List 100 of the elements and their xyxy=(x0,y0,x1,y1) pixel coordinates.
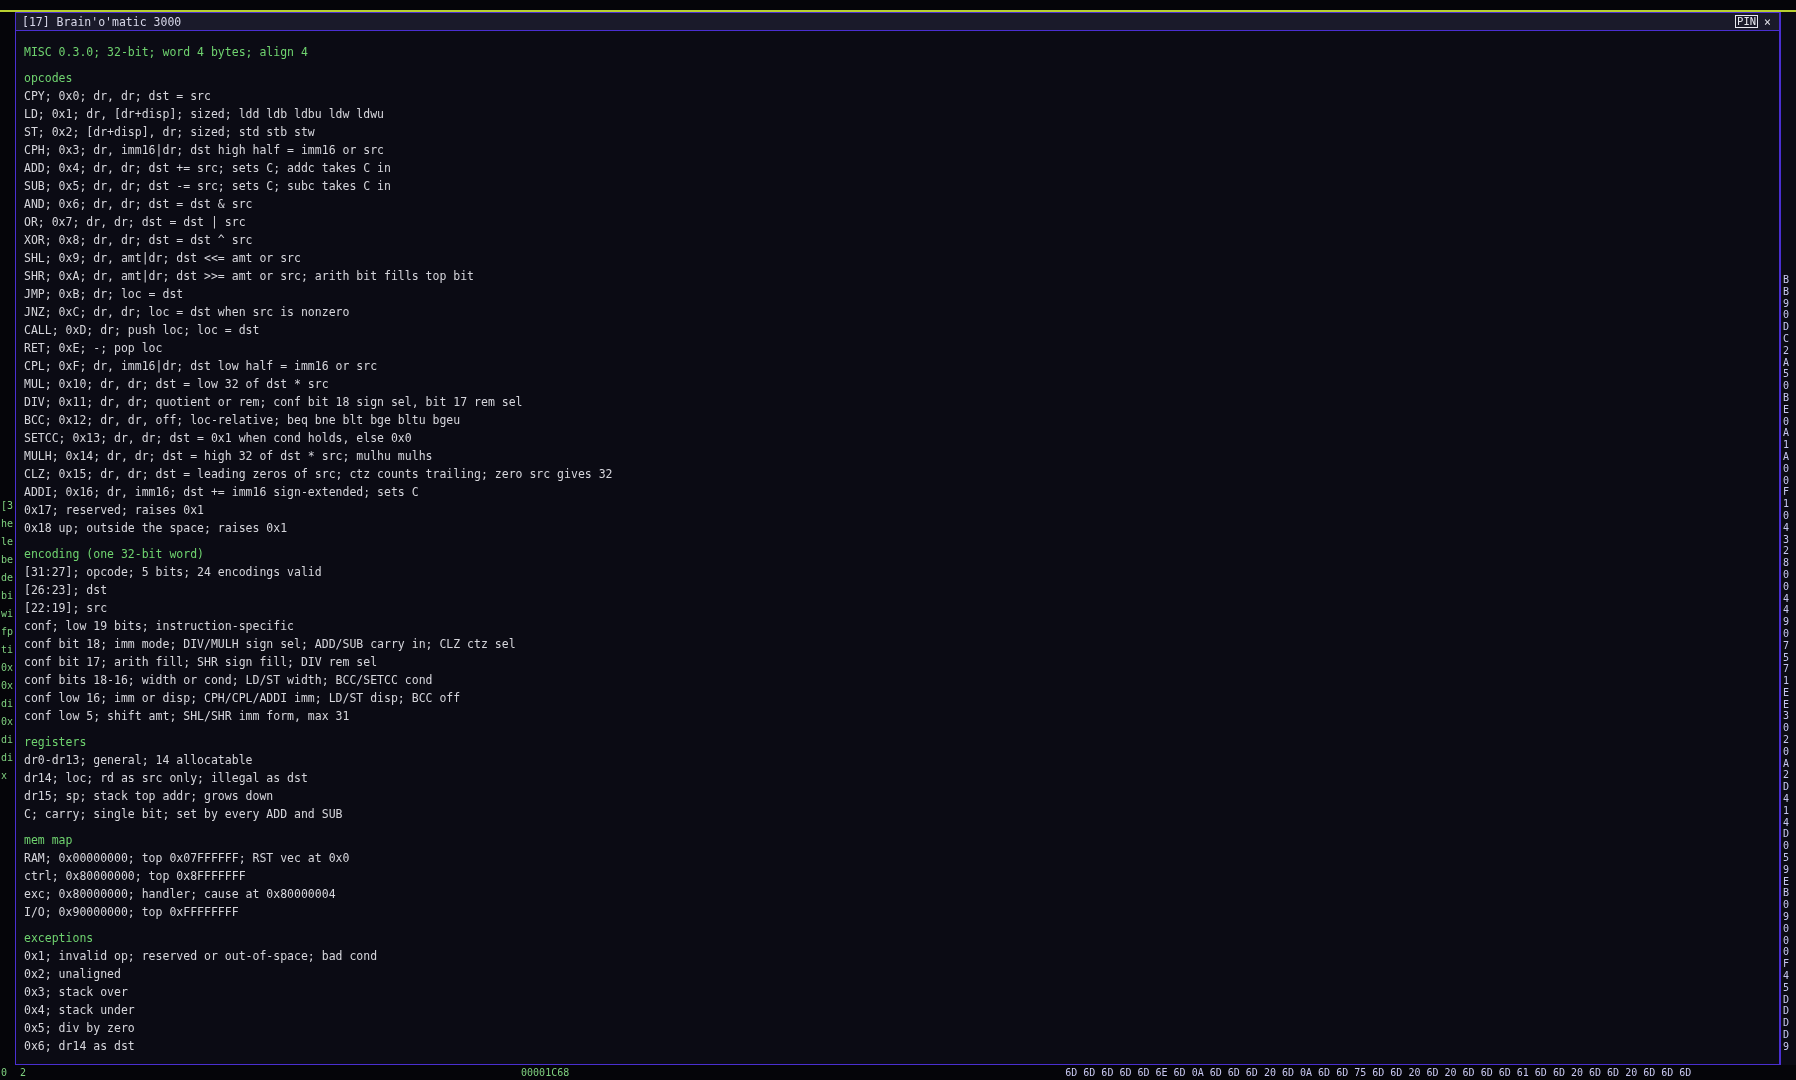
spec-line: 0x5; div by zero xyxy=(24,1020,136,1037)
spec-line: ADD; 0x4; dr, dr; dst += src; sets C; addc takes C in xyxy=(24,160,392,177)
text-fragment: 0x xyxy=(0,661,15,675)
spec-line: DIV; 0x11; dr, dr; quotient or rem; conf bit 18 sign sel, bit 17 rem sel xyxy=(24,394,524,411)
hex-digit: 4 xyxy=(1782,592,1791,605)
spec-line: [31:27]; opcode; 5 bits; 24 encodings valid xyxy=(24,564,323,581)
hex-digit: 0 xyxy=(1782,899,1791,912)
hex-digit: A xyxy=(1782,450,1791,463)
spec-line: MUL; 0x10; dr, dr; dst = low 32 of dst * src xyxy=(24,376,330,393)
pin-button[interactable]: PIN xyxy=(1735,15,1759,28)
hex-digit: 2 xyxy=(1782,545,1791,558)
spec-line: 0x4; stack under xyxy=(24,1002,136,1019)
hex-digit: 9 xyxy=(1782,616,1791,628)
hex-digit: C xyxy=(1782,333,1791,345)
spec-line: ctrl; 0x80000000; top 0x8FFFFFFF xyxy=(24,868,247,885)
header-text: MISC 0.3.0; 32-bit; word 4 bytes; align 4 xyxy=(24,44,309,61)
spec-line: CALL; 0xD; dr; push loc; loc = dst xyxy=(24,322,261,339)
spec-line: conf bit 18; imm mode; DIV/MULH sign sel; ADD/SUB carry in; CLZ ctz sel xyxy=(24,636,517,653)
hex-digit: 8 xyxy=(1782,557,1791,569)
hex-digit: 0 xyxy=(1782,309,1791,322)
hex-digit: 7 xyxy=(1782,663,1791,676)
hex-digit: 5 xyxy=(1782,852,1791,864)
hex-digit: 9 xyxy=(1782,1040,1791,1053)
spec-line: AND; 0x6; dr, dr; dst = dst & src xyxy=(24,196,254,213)
hex-digit: 1 xyxy=(1782,439,1791,451)
spec-line: SHR; 0xA; dr, amt|dr; dst >>= amt or src; arith bit fills top bit xyxy=(24,268,476,285)
spec-line: SHL; 0x9; dr, amt|dr; dst <<= amt or src xyxy=(24,250,302,267)
text-fragment: he xyxy=(0,517,15,531)
text-fragment: x xyxy=(0,769,9,783)
spec-line: SETCC; 0x13; dr, dr; dst = 0x1 when cond holds, else 0x0 xyxy=(24,430,413,447)
spec-line: 0x3; stack over xyxy=(24,984,129,1001)
hex-digit: 4 xyxy=(1782,816,1791,829)
hex-digit: 4 xyxy=(1782,604,1791,617)
text-fragment: di xyxy=(0,733,15,747)
hex-digit: 9 xyxy=(1782,863,1791,876)
hex-digit: 4 xyxy=(1782,970,1791,982)
spec-line: conf low 16; imm or disp; CPH/CPL/ADDI imm; LD/ST disp; BCC off xyxy=(24,690,462,707)
hex-digit: D xyxy=(1782,1005,1791,1018)
text-fragment: 2 xyxy=(19,1065,27,1080)
section-heading: encoding (one 32-bit word) xyxy=(24,546,205,563)
hex-digit: 1 xyxy=(1782,498,1791,510)
spec-line: CPH; 0x3; dr, imm16|dr; dst high half = imm16 or src xyxy=(24,142,386,159)
spec-line: exc; 0x80000000; handler; cause at 0x80000004 xyxy=(24,886,337,903)
spec-line: LD; 0x1; dr, [dr+disp]; sized; ldd ldb ldbu ldw ldwu xyxy=(24,106,386,123)
hex-digit: 0 xyxy=(1782,745,1791,758)
hex-digit: E xyxy=(1782,686,1791,699)
spec-line: dr14; loc; rd as src only; illegal as dst xyxy=(24,770,309,787)
close-button[interactable]: × xyxy=(1762,14,1773,29)
hex-digit: 9 xyxy=(1782,297,1791,310)
spec-line: XOR; 0x8; dr, dr; dst = dst ^ src xyxy=(24,232,254,249)
hex-digit: 0 xyxy=(1782,580,1791,593)
spec-line: CLZ; 0x15; dr, dr; dst = leading zeros of src; ctz counts trailing; zero src gives 32 xyxy=(24,466,614,483)
hex-digit: E xyxy=(1782,403,1791,416)
hex-digit: B xyxy=(1782,887,1791,900)
hex-digit: B xyxy=(1782,391,1791,404)
window-title: [17] Brain'o'matic 3000 xyxy=(22,14,183,29)
spec-line: OR; 0x7; dr, dr; dst = dst | src xyxy=(24,214,247,231)
text-fragment: bi xyxy=(0,589,15,603)
spec-line: ST; 0x2; [dr+disp], dr; sized; std stb stw xyxy=(24,124,316,141)
hex-digit: 2 xyxy=(1782,734,1791,746)
hex-digit: 3 xyxy=(1782,710,1791,723)
hex-digit: B xyxy=(1782,274,1791,286)
hex-row-text: 6D 6D 6D 6D 6D 6E 6D 0A 6D 6D 6D 20 6D 0A 6D 6D 75 6D 6D 20 6D 20 6D 6D 6D 61 6D 6D 20 6D 6D 20 6D 6D 6D xyxy=(1064,1066,1692,1079)
hex-digit: 4 xyxy=(1782,521,1791,534)
hex-digit: 9 xyxy=(1782,911,1791,923)
hex-digit: 0 xyxy=(1782,722,1791,735)
hex-digit: 0 xyxy=(1782,415,1791,428)
spec-line: conf low 5; shift amt; SHL/SHR imm form, max 31 xyxy=(24,708,351,725)
hex-digit: 0 xyxy=(1782,922,1791,935)
hex-digit: D xyxy=(1782,1017,1791,1029)
hex-digit: 0 xyxy=(1782,627,1791,640)
spec-line: CPL; 0xF; dr, imm16|dr; dst low half = imm16 or src xyxy=(24,358,379,375)
hex-digit: 0 xyxy=(1782,474,1791,487)
hex-digit: 2 xyxy=(1782,344,1791,357)
spec-line: RET; 0xE; -; pop loc xyxy=(24,340,164,357)
text-fragment: 0x xyxy=(0,715,15,729)
spec-line: dr15; sp; stack top addr; grows down xyxy=(24,788,275,805)
spec-line: MULH; 0x14; dr, dr; dst = high 32 of dst * src; mulhu mulhs xyxy=(24,448,434,465)
hex-digit: 5 xyxy=(1782,368,1791,381)
spec-line: conf; low 19 bits; instruction-specific xyxy=(24,618,296,635)
text-fragment: di xyxy=(0,751,15,765)
hex-digit: F xyxy=(1782,958,1791,970)
spec-line: SUB; 0x5; dr, dr; dst -= src; sets C; subc takes C in xyxy=(24,178,392,195)
spec-line: BCC; 0x12; dr, dr, off; loc-relative; beq bne blt bge bltu bgeu xyxy=(24,412,462,429)
hex-digit: 2 xyxy=(1782,769,1791,782)
spec-line: JNZ; 0xC; dr, dr; loc = dst when src is nonzero xyxy=(24,304,351,321)
hex-digit: 1 xyxy=(1782,675,1791,687)
section-heading: registers xyxy=(24,734,88,751)
section-heading: mem map xyxy=(24,832,74,849)
text-fragment: 0x xyxy=(0,679,15,693)
spec-line: 0x17; reserved; raises 0x1 xyxy=(24,502,205,519)
hex-digit: 3 xyxy=(1782,533,1791,546)
hex-digit: 0 xyxy=(1782,509,1791,522)
hex-digit: 5 xyxy=(1782,981,1791,994)
text-fragment: fp xyxy=(0,625,15,639)
section-heading: exceptions xyxy=(24,930,95,947)
hex-digit: 0 xyxy=(1782,462,1791,475)
text-fragment: wi xyxy=(0,607,15,621)
hex-digit: 7 xyxy=(1782,639,1791,652)
spec-line: RAM; 0x00000000; top 0x07FFFFFF; RST vec at 0x0 xyxy=(24,850,351,867)
